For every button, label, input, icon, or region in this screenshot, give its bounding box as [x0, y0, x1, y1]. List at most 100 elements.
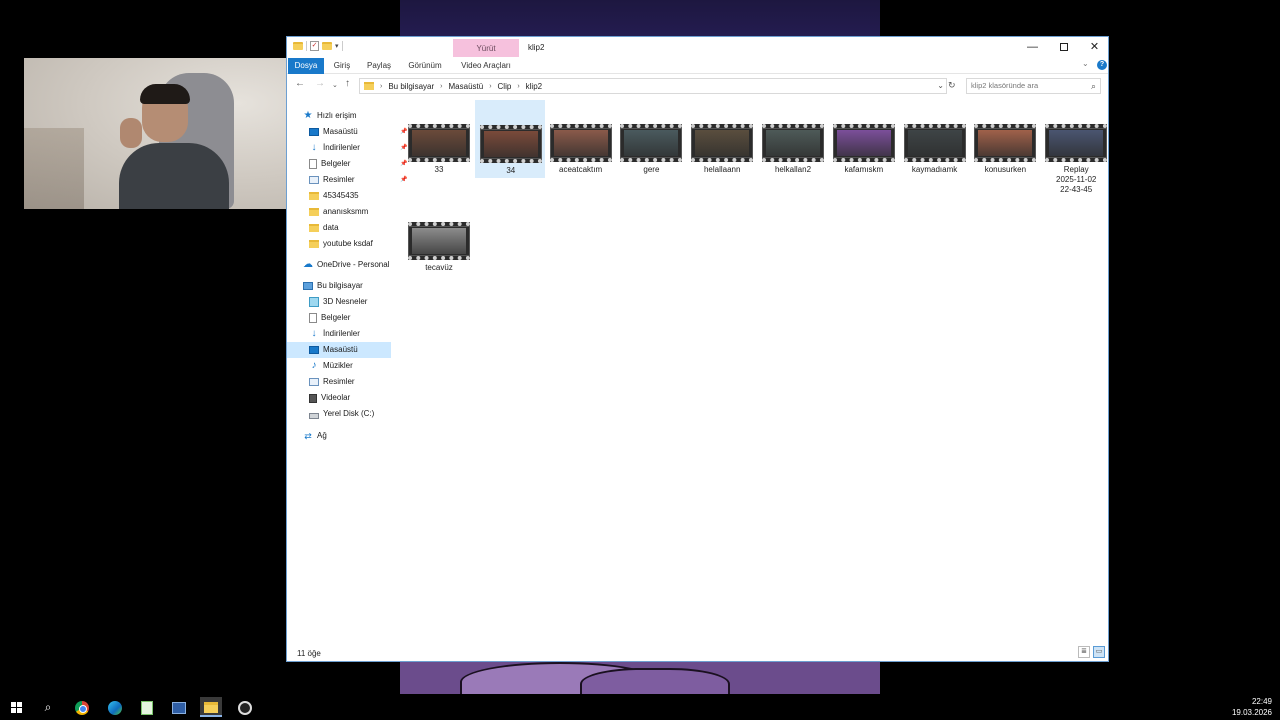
nav-quick-access-item[interactable]: Resimler 📌 — [309, 172, 407, 188]
nav-this-pc-item[interactable]: ↓ İndirilenler — [309, 326, 360, 342]
tab-file[interactable]: Dosya — [288, 58, 324, 74]
view-switcher: ≣ ▭ — [1078, 646, 1105, 658]
file-item[interactable]: Replay 2025-11-02 22-43-45 — [1041, 100, 1111, 194]
video-thumbnail-icon — [691, 124, 754, 162]
video-thumbnail-icon — [408, 222, 470, 260]
folder-icon — [309, 240, 319, 248]
pictures-icon — [309, 176, 319, 184]
file-item[interactable]: konusurken — [970, 100, 1040, 178]
file-item[interactable]: helkallan2 — [758, 100, 828, 178]
nav-this-pc-item[interactable]: Resimler — [309, 374, 355, 390]
video-thumbnail-icon — [479, 125, 542, 163]
nav-quick-access-item[interactable]: youtube ksdaf — [309, 236, 373, 252]
desktop-icon — [309, 128, 319, 136]
nav-item-label: Belgeler — [321, 313, 351, 322]
nav-onedrive[interactable]: ☁ OneDrive - Personal — [303, 257, 389, 273]
obs-icon[interactable] — [234, 697, 256, 717]
tab-share[interactable]: Paylaş — [367, 58, 391, 74]
forward-button[interactable]: → — [315, 78, 325, 89]
maximize-button[interactable] — [1048, 37, 1079, 57]
new-folder-icon[interactable] — [322, 42, 332, 50]
file-item[interactable]: kafamıskm — [829, 100, 899, 178]
file-name: kafamıskm — [844, 165, 884, 174]
nav-quick-access-item[interactable]: 45345435 — [309, 188, 359, 204]
taskbar: ⌕ 22:49 19.03.2026 — [0, 694, 1280, 720]
expand-ribbon-icon[interactable]: ⌄ — [1082, 59, 1089, 68]
file-item[interactable]: 33 — [404, 100, 474, 178]
file-name: tecavüz — [425, 263, 453, 272]
file-name: helkallan2 — [774, 165, 812, 174]
video-thumbnail-icon — [408, 124, 470, 162]
nav-this-pc-item[interactable]: ♪ Müzikler — [309, 358, 353, 374]
file-item[interactable]: helallaann — [687, 100, 757, 178]
folder-icon — [293, 42, 303, 50]
computer-icon — [303, 282, 313, 290]
ribbon-tabs: Dosya Giriş Paylaş Görünüm Video Araçlar… — [287, 57, 1108, 74]
breadcrumb-clip[interactable]: Clip — [498, 82, 512, 91]
minimize-button[interactable]: — — [1017, 37, 1048, 57]
file-item[interactable]: 34 — [474, 100, 545, 178]
nav-this-pc-item[interactable]: Masaüstü — [287, 342, 391, 358]
nav-this-pc-item[interactable]: Belgeler — [309, 310, 350, 326]
breadcrumb-klip2[interactable]: klip2 — [526, 82, 542, 91]
address-bar[interactable]: › Bu bilgisayar › Masaüstü › Clip › klip… — [359, 78, 947, 94]
tab-home[interactable]: Giriş — [331, 58, 353, 74]
system-clock[interactable]: 22:49 19.03.2026 — [1232, 696, 1272, 718]
nav-quick-access-item[interactable]: Masaüstü 📌 — [309, 124, 407, 140]
search-input[interactable]: klip2 klasöründe ara ⌕ — [966, 78, 1101, 94]
video-thumbnail-icon — [832, 124, 895, 162]
file-explorer-taskbar-icon[interactable] — [200, 697, 222, 717]
close-button[interactable]: ✕ — [1079, 37, 1110, 57]
recent-locations-button[interactable]: ⌄ — [332, 81, 338, 89]
file-name: 34 — [506, 166, 516, 175]
video-thumbnail-icon — [549, 124, 612, 162]
up-button[interactable]: ↑ — [345, 78, 350, 89]
nav-this-pc[interactable]: Bu bilgisayar — [303, 278, 363, 294]
document-icon — [309, 313, 317, 323]
notepad-icon[interactable] — [136, 697, 158, 717]
start-button[interactable] — [5, 697, 27, 717]
tab-view[interactable]: Görünüm — [405, 58, 445, 74]
videos-icon — [309, 393, 317, 403]
nav-quick-access-item[interactable]: ↓ İndirilenler 📌 — [309, 140, 408, 156]
tab-play-tools[interactable]: Yürüt — [453, 39, 519, 58]
folder-icon — [309, 224, 319, 232]
pictures-icon — [309, 378, 319, 386]
nav-quick-access[interactable]: ★ Hızlı erişim — [303, 108, 357, 124]
status-item-count: 11 öğe — [297, 649, 321, 658]
customize-qat-icon[interactable]: ▾ — [335, 42, 339, 50]
nav-this-pc-item[interactable]: 3D Nesneler — [309, 294, 367, 310]
nav-quick-access-item[interactable]: Belgeler 📌 — [309, 156, 407, 172]
properties-icon[interactable]: ✓ — [310, 41, 319, 51]
nav-item-label: Videolar — [321, 393, 351, 402]
file-item[interactable]: kaymadıamk — [900, 100, 970, 178]
nav-network[interactable]: ⇄ Ağ — [303, 428, 327, 444]
file-item[interactable]: aceatcaktım — [546, 100, 616, 178]
nav-this-pc-item[interactable]: Videolar — [309, 390, 350, 406]
nav-this-pc-item[interactable]: Yerel Disk (C:) — [309, 406, 374, 422]
edge-icon[interactable] — [104, 697, 126, 717]
help-icon[interactable]: ? — [1097, 60, 1107, 70]
stream-background-bottom — [400, 662, 880, 694]
breadcrumb-this-pc[interactable]: Bu bilgisayar — [388, 82, 434, 91]
tab-video-tools[interactable]: Video Araçları — [457, 58, 515, 74]
back-button[interactable]: ← — [295, 78, 305, 89]
breadcrumb-desktop[interactable]: Masaüstü — [449, 82, 484, 91]
large-icons-view-button[interactable]: ▭ — [1093, 646, 1105, 658]
refresh-icon[interactable]: ↻ — [948, 80, 956, 91]
title-bar: ✓ ▾ Yürüt klip2 — ✕ — [287, 37, 1110, 58]
file-explorer-window: ✓ ▾ Yürüt klip2 — ✕ Dosya Giriş Paylaş G… — [286, 36, 1109, 662]
download-icon: ↓ — [311, 142, 317, 153]
details-view-button[interactable]: ≣ — [1078, 646, 1090, 658]
nav-quick-access-item[interactable]: data — [309, 220, 339, 236]
search-taskbar-icon[interactable]: ⌕ — [37, 697, 59, 717]
app-monitor-icon[interactable] — [168, 697, 190, 717]
file-item[interactable]: gere — [616, 100, 686, 178]
file-item[interactable]: tecavüz — [404, 198, 474, 276]
stream-background-top — [400, 0, 880, 36]
nav-quick-access-item[interactable]: ananısksmm — [309, 204, 368, 220]
chevron-down-icon[interactable]: ⌄ — [937, 81, 944, 90]
webcam-overlay — [24, 58, 292, 209]
chrome-icon[interactable] — [71, 697, 93, 717]
nav-item-label: İndirilenler — [323, 143, 360, 152]
